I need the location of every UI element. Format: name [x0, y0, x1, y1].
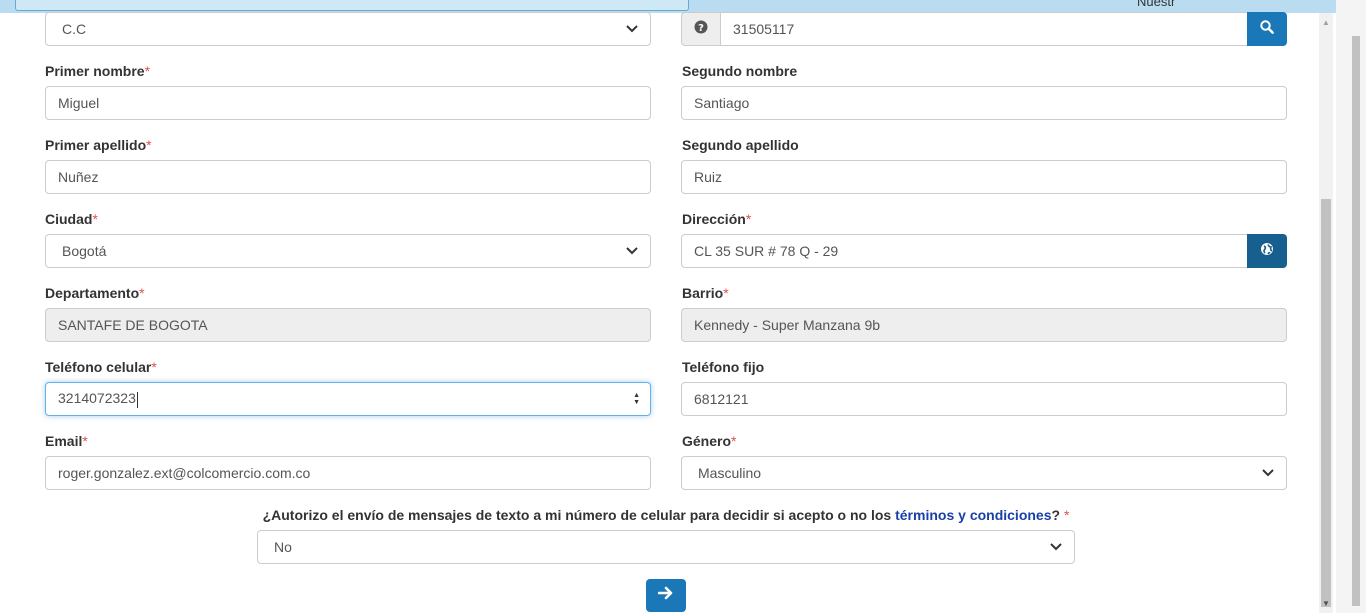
segundo-apellido-input[interactable]: Ruiz	[681, 160, 1287, 194]
segundo-nombre-input[interactable]: Santiago	[681, 86, 1287, 120]
telefono-celular-label: Teléfono celular*	[45, 359, 157, 375]
next-button[interactable]	[646, 579, 686, 612]
departamento-label: Departamento*	[45, 285, 145, 301]
page-scrollbar[interactable]	[1336, 0, 1366, 613]
stepper-down-icon[interactable]: ▼	[633, 399, 640, 406]
condiciones-link[interactable]: condiciones	[970, 507, 1052, 523]
sms-consent-select[interactable]: No	[257, 530, 1075, 564]
primer-apellido-input[interactable]: Nuñez	[45, 160, 651, 194]
primer-apellido-label: Primer apellido*	[45, 137, 152, 153]
required-mark: *	[745, 211, 752, 227]
genero-select[interactable]: Masculino	[681, 456, 1287, 490]
text-cursor	[136, 391, 138, 408]
telefono-celular-input[interactable]: 3214072323 ▲ ▼	[45, 382, 651, 416]
telefono-fijo-value: 6812121	[694, 391, 749, 407]
primer-nombre-value: Miguel	[58, 95, 100, 111]
primer-apellido-value: Nuñez	[58, 169, 99, 185]
segundo-apellido-value: Ruiz	[694, 169, 723, 185]
chevron-down-icon	[626, 23, 638, 35]
required-mark: *	[151, 359, 157, 375]
telefono-fijo-label: Teléfono fijo	[682, 359, 765, 375]
barrio-input: Kennedy - Super Manzana 9b	[681, 308, 1287, 342]
departamento-value: SANTAFE DE BOGOTA	[58, 317, 208, 333]
barrio-value: Kennedy - Super Manzana 9b	[694, 317, 881, 333]
sms-consent-question: ¿Autorizo el envío de mensajes de texto …	[0, 507, 1332, 523]
required-mark: *	[92, 211, 98, 227]
segundo-nombre-value: Santiago	[694, 95, 750, 111]
terminos-link[interactable]: términos	[895, 507, 954, 523]
number-stepper[interactable]: ▲ ▼	[633, 392, 640, 406]
telefono-celular-value: 3214072323	[58, 390, 136, 407]
direccion-value: CL 35 SUR # 78 Q - 29	[694, 243, 839, 259]
departamento-input: SANTAFE DE BOGOTA	[45, 308, 651, 342]
ciudad-select[interactable]: Bogotá	[45, 234, 651, 268]
primer-nombre-label: Primer nombre*	[45, 63, 151, 79]
question-mark: ?	[1051, 507, 1061, 523]
segundo-apellido-label: Segundo apellido	[682, 137, 799, 153]
tab-label[interactable]: Nuestr	[1137, 0, 1175, 9]
search-button[interactable]	[1247, 12, 1287, 46]
chevron-down-icon	[626, 245, 638, 257]
map-location-button[interactable]	[1247, 234, 1287, 268]
direccion-label: Dirección*	[682, 211, 752, 227]
document-type-value: C.C	[62, 21, 87, 37]
primer-nombre-input[interactable]: Miguel	[45, 86, 651, 120]
telefono-fijo-input[interactable]: 6812121	[681, 382, 1287, 416]
arrow-right-icon	[657, 586, 674, 605]
sms-consent-value: No	[274, 539, 292, 555]
chevron-down-icon	[1050, 541, 1062, 553]
document-number-input[interactable]: 31505117	[720, 12, 1248, 46]
document-type-select[interactable]: C.C	[45, 12, 651, 46]
globe-icon	[1260, 242, 1274, 261]
direccion-input[interactable]: CL 35 SUR # 78 Q - 29	[681, 234, 1248, 268]
active-tab[interactable]	[15, 0, 689, 11]
email-input[interactable]: roger.gonzalez.ext@colcomercio.com.co	[45, 456, 651, 490]
ciudad-value: Bogotá	[62, 243, 107, 259]
genero-value: Masculino	[698, 465, 762, 481]
ciudad-label: Ciudad*	[45, 211, 98, 227]
question-circle-icon: ?	[694, 20, 708, 39]
search-icon	[1260, 19, 1274, 39]
scroll-down-icon[interactable]: ▼	[1322, 600, 1330, 608]
page-scrollbar-thumb[interactable]	[1352, 36, 1360, 606]
inner-scrollbar[interactable]: ▲ ▼	[1319, 13, 1333, 613]
required-mark: *	[723, 285, 729, 301]
required-mark: *	[82, 433, 88, 449]
document-number-value: 31505117	[733, 21, 795, 37]
consent-question-text: ¿Autorizo el envío de mensajes de texto …	[262, 507, 896, 523]
required-mark: *	[144, 63, 151, 79]
required-mark: *	[139, 285, 145, 301]
genero-label: Género*	[682, 433, 737, 449]
help-addon[interactable]: ?	[681, 12, 721, 46]
required-mark: *	[146, 137, 152, 153]
svg-text:?: ?	[698, 23, 704, 34]
barrio-label: Barrio*	[682, 285, 729, 301]
scroll-up-icon[interactable]: ▲	[1322, 19, 1330, 27]
link-conjunction: y	[954, 507, 970, 523]
required-mark: *	[731, 433, 737, 449]
stepper-up-icon[interactable]: ▲	[633, 392, 640, 399]
email-label: Email*	[45, 433, 88, 449]
scrollbar-thumb[interactable]	[1321, 199, 1331, 607]
email-value: roger.gonzalez.ext@colcomercio.com.co	[58, 465, 311, 481]
required-mark: *	[1060, 507, 1070, 523]
segundo-nombre-label: Segundo nombre	[682, 63, 798, 79]
chevron-down-icon	[1262, 467, 1274, 479]
